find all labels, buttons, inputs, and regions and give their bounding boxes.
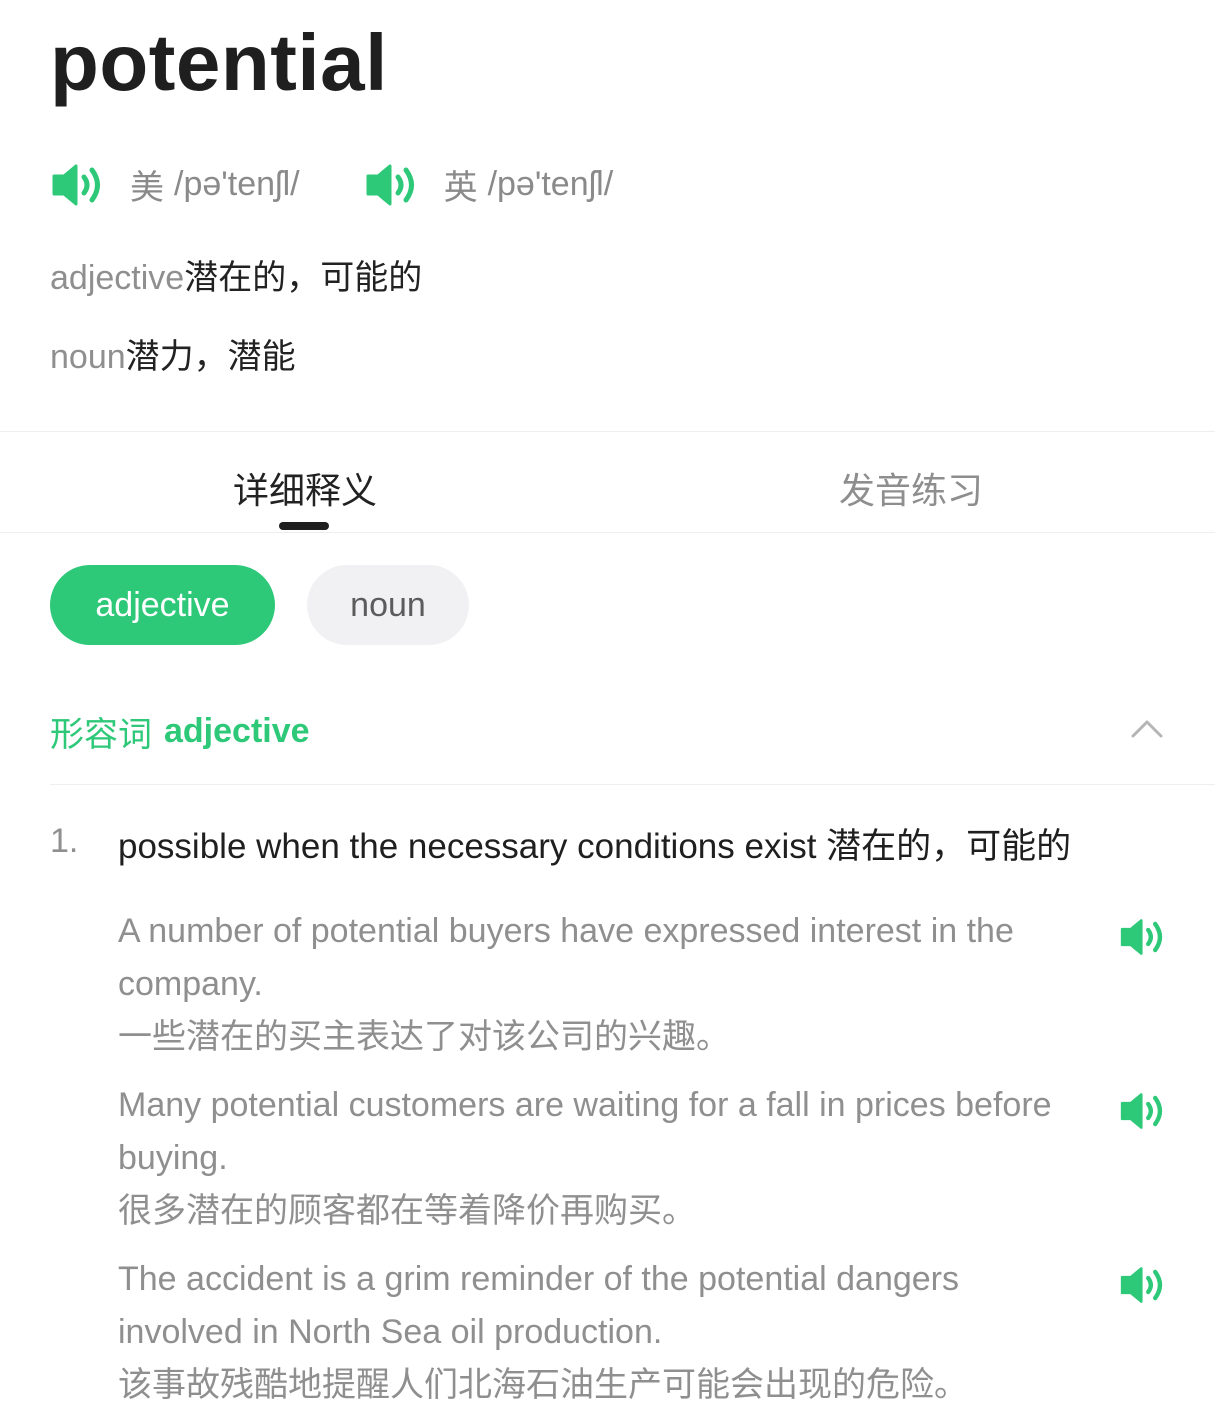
word-title: potential <box>50 18 388 107</box>
speaker-icon[interactable] <box>1118 917 1168 957</box>
chip-noun[interactable]: noun <box>307 565 469 645</box>
accent-label: 美 <box>130 169 164 207</box>
divider <box>50 784 1215 785</box>
pronunciation-us[interactable]: 美 /pə'tenʃl/ <box>50 160 300 209</box>
word-detail-page: potential 美 /pə'tenʃl/ 英 /pə'tenʃl/ adje… <box>0 0 1215 1426</box>
chevron-up-icon[interactable] <box>1129 714 1165 744</box>
tab-bar: 详细释义 发音练习 <box>0 432 1215 532</box>
brief-meaning: 潜在的，可能的 <box>184 259 423 297</box>
brief-pos: adjective <box>50 259 185 297</box>
example-en: Many potential customers are waiting for… <box>118 1086 1052 1177</box>
example-en: A number of potential buyers have expres… <box>118 912 1014 1003</box>
section-title-zh: 形容词 <box>50 715 152 754</box>
example-item: A number of potential buyers have expres… <box>118 905 1168 1065</box>
active-tab-indicator <box>279 522 329 530</box>
section-header-adjective[interactable]: 形容词 adjective <box>50 706 1165 756</box>
brief-meaning: 潜力，潜能 <box>125 338 296 376</box>
speaker-icon[interactable] <box>50 162 106 208</box>
example-zh: 一些潜在的买主表达了对该公司的兴趣。 <box>118 1018 730 1056</box>
pronunciation-uk[interactable]: 英 /pə'tenʃl/ <box>364 160 614 209</box>
example-zh: 很多潜在的顾客都在等着降价再购买。 <box>118 1192 696 1230</box>
example-zh: 该事故残酷地提醒人们北海石油生产可能会出现的危险。 <box>118 1366 968 1404</box>
sense-number: 1. <box>50 822 79 860</box>
brief-definition: adjective潜在的，可能的 <box>50 256 422 300</box>
example-list: A number of potential buyers have expres… <box>118 905 1168 1426</box>
pos-filter: adjective noun <box>50 565 501 645</box>
speaker-icon[interactable] <box>1118 1265 1168 1305</box>
accent-label: 英 <box>443 169 478 207</box>
chip-adjective[interactable]: adjective <box>50 565 275 645</box>
example-en: The accident is a grim reminder of the p… <box>118 1260 960 1351</box>
section-title-en: adjective <box>164 711 310 750</box>
ipa-text: /pə'tenʃl/ <box>487 165 614 203</box>
divider <box>0 532 1215 533</box>
example-item: The accident is a grim reminder of the p… <box>118 1253 1168 1413</box>
brief-pos: noun <box>50 338 126 376</box>
sense-definition: possible when the necessary conditions e… <box>118 827 1072 866</box>
pronunciation-row: 美 /pə'tenʃl/ 英 /pə'tenʃl/ <box>50 160 677 209</box>
tab-pronunciation-practice[interactable]: 发音练习 <box>839 462 983 514</box>
speaker-icon[interactable] <box>1118 1091 1168 1131</box>
example-item: Many potential customers are waiting for… <box>118 1079 1168 1239</box>
tab-detailed-definitions[interactable]: 详细释义 <box>233 462 377 514</box>
speaker-icon[interactable] <box>364 162 420 208</box>
ipa-text: /pə'tenʃl/ <box>174 165 300 203</box>
brief-definition: noun潜力，潜能 <box>50 335 296 379</box>
